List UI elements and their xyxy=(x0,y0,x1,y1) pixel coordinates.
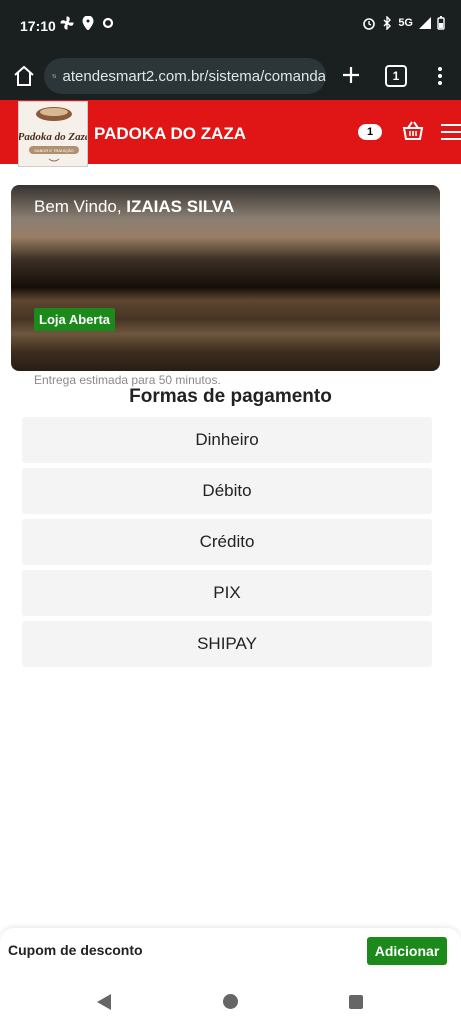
back-icon[interactable] xyxy=(97,994,111,1010)
store-header: Padoka do Zaza SABOR E TRADIÇÃO PADOKA D… xyxy=(0,100,461,167)
welcome-banner: Bem Vindo, IZAIAS SILVA Loja Aberta xyxy=(11,185,440,371)
payment-option-credito[interactable]: Crédito xyxy=(22,519,432,565)
home-icon[interactable] xyxy=(12,64,36,88)
network-type: 5G xyxy=(398,17,413,29)
hamburger-menu-icon[interactable] xyxy=(441,122,461,142)
status-time: 17:10 xyxy=(20,18,56,34)
logo-graphic: Padoka do Zaza SABOR E TRADIÇÃO xyxy=(19,102,88,166)
browser-menu-icon[interactable] xyxy=(430,64,450,88)
user-name: IZAIAS SILVA xyxy=(126,197,235,216)
fan-icon xyxy=(60,16,74,30)
svg-text:SABOR E TRADIÇÃO: SABOR E TRADIÇÃO xyxy=(34,148,74,153)
tab-switcher-button[interactable]: 1 xyxy=(385,65,407,87)
coupon-label: Cupom de desconto xyxy=(8,942,143,958)
status-left-icons xyxy=(60,16,114,30)
browser-toolbar: atendesmart2.com.br/sistema/comanda 1 xyxy=(0,52,461,100)
payment-options-list: Dinheiro Débito Crédito PIX SHIPAY xyxy=(22,417,432,672)
status-right-icons: 5G xyxy=(362,16,445,30)
battery-icon xyxy=(437,16,445,30)
delivery-estimate: Entrega estimada para 50 minutos. xyxy=(34,373,221,387)
url-text: atendesmart2.com.br/sistema/comanda xyxy=(62,67,326,85)
new-tab-icon[interactable] xyxy=(340,64,362,86)
store-name[interactable]: PADOKA DO ZAZA xyxy=(94,124,246,144)
tab-count: 1 xyxy=(392,69,400,83)
welcome-prefix: Bem Vindo, xyxy=(34,197,127,216)
location-icon xyxy=(82,16,94,30)
add-coupon-button[interactable]: Adicionar xyxy=(367,937,447,965)
status-bar: 17:10 5G xyxy=(0,0,461,52)
store-logo[interactable]: Padoka do Zaza SABOR E TRADIÇÃO xyxy=(18,101,88,167)
basket-icon[interactable] xyxy=(402,120,424,142)
payment-option-dinheiro[interactable]: Dinheiro xyxy=(22,417,432,463)
alarm-icon xyxy=(363,18,376,30)
payment-section-title: Formas de pagamento xyxy=(129,386,332,407)
payment-option-debito[interactable]: Débito xyxy=(22,468,432,514)
bluetooth-icon xyxy=(383,16,392,30)
svg-text:Padoka do Zaza: Padoka do Zaza xyxy=(19,131,88,143)
system-nav-bar xyxy=(0,976,461,1024)
coupon-bar: Cupom de desconto Adicionar xyxy=(0,928,461,976)
cart-count-badge[interactable]: 1 xyxy=(358,124,382,140)
payment-option-pix[interactable]: PIX xyxy=(22,570,432,616)
payment-option-shipay[interactable]: SHIPAY xyxy=(22,621,432,667)
welcome-text: Bem Vindo, IZAIAS SILVA xyxy=(34,197,234,217)
home-nav-icon[interactable] xyxy=(223,994,238,1009)
store-status-badge: Loja Aberta xyxy=(34,308,116,331)
address-bar[interactable]: atendesmart2.com.br/sistema/comanda xyxy=(44,58,326,94)
circle-icon xyxy=(102,17,114,29)
site-settings-icon[interactable] xyxy=(52,67,57,85)
recent-apps-icon[interactable] xyxy=(349,995,363,1009)
signal-icon xyxy=(419,17,431,29)
